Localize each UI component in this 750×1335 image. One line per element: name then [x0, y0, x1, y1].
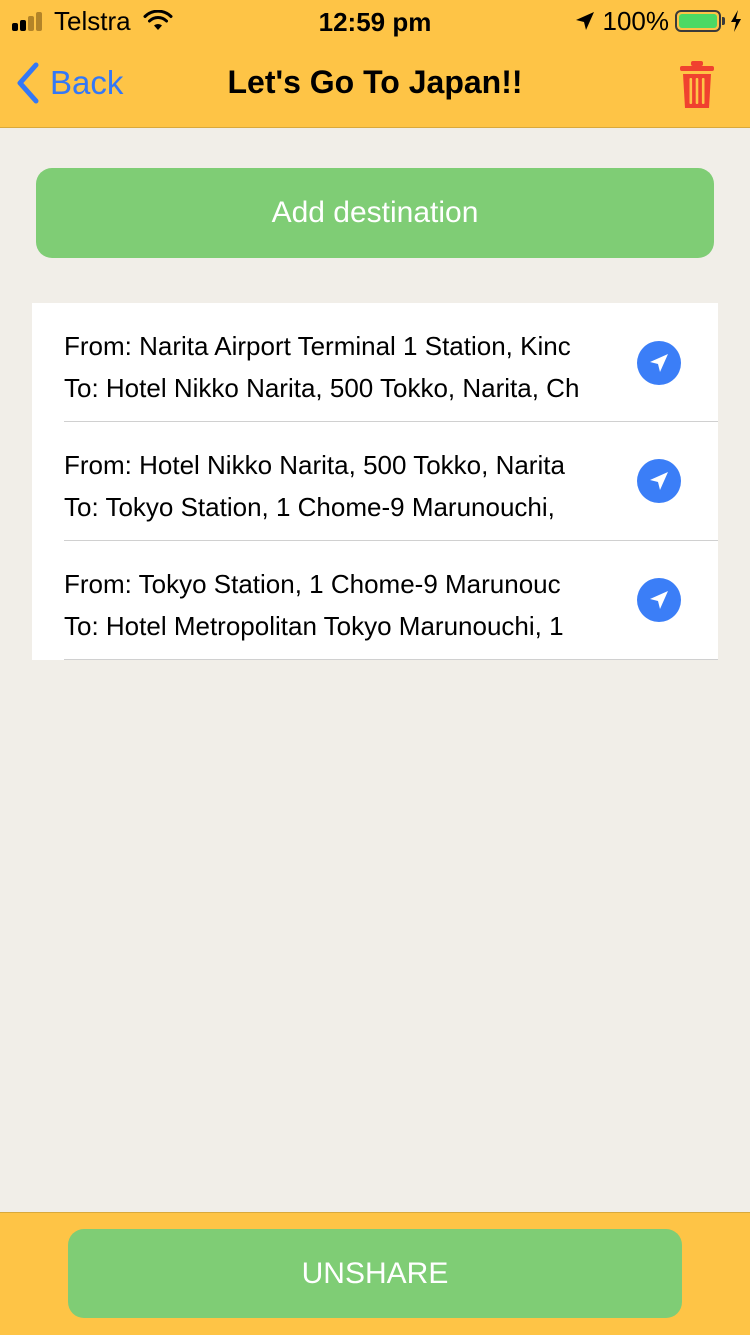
- navigate-icon[interactable]: [637, 341, 681, 385]
- route-text: From: Narita Airport Terminal 1 Station,…: [64, 325, 616, 409]
- navigate-icon[interactable]: [637, 578, 681, 622]
- status-bar: Telstra 12:59 pm 100%: [0, 0, 750, 40]
- route-text: From: Tokyo Station, 1 Chome-9 Marunouc …: [64, 563, 616, 647]
- route-list: From: Narita Airport Terminal 1 Station,…: [32, 303, 718, 660]
- route-to: To: Hotel Metropolitan Tokyo Marunouchi,…: [64, 611, 564, 641]
- page-title: Let's Go To Japan!!: [227, 64, 523, 100]
- route-text: From: Hotel Nikko Narita, 500 Tokko, Nar…: [64, 444, 616, 528]
- route-row[interactable]: From: Hotel Nikko Narita, 500 Tokko, Nar…: [32, 422, 718, 541]
- back-button[interactable]: Back: [16, 60, 123, 106]
- battery-tip: [722, 17, 725, 25]
- navigate-icon[interactable]: [637, 459, 681, 503]
- row-separator: [64, 659, 718, 660]
- bottom-bar: UNSHARE: [0, 1212, 750, 1335]
- chevron-left-icon: [17, 62, 39, 104]
- route-to: To: Hotel Nikko Narita, 500 Tokko, Narit…: [64, 373, 580, 403]
- route-to: To: Tokyo Station, 1 Chome-9 Marunouchi,: [64, 492, 555, 522]
- route-from: From: Narita Airport Terminal 1 Station,…: [64, 331, 571, 361]
- route-from: From: Hotel Nikko Narita, 500 Tokko, Nar…: [64, 450, 565, 480]
- route-row[interactable]: From: Narita Airport Terminal 1 Station,…: [32, 303, 718, 422]
- trash-icon: [680, 61, 714, 108]
- route-from: From: Tokyo Station, 1 Chome-9 Marunouc: [64, 569, 561, 599]
- route-row[interactable]: From: Tokyo Station, 1 Chome-9 Marunouc …: [32, 541, 718, 660]
- top-bar: Telstra 12:59 pm 100% Back Let's Go To J…: [0, 0, 750, 128]
- nav-bar: Back Let's Go To Japan!!: [0, 40, 750, 127]
- unshare-button[interactable]: UNSHARE: [68, 1229, 682, 1318]
- charging-bolt-icon: [731, 10, 741, 32]
- delete-trip-button[interactable]: [678, 60, 716, 110]
- battery-icon: [675, 10, 721, 32]
- add-destination-button[interactable]: Add destination: [36, 168, 714, 258]
- battery-percent: 100%: [602, 5, 670, 36]
- location-arrow-icon: [575, 12, 594, 30]
- back-label: Back: [50, 64, 124, 101]
